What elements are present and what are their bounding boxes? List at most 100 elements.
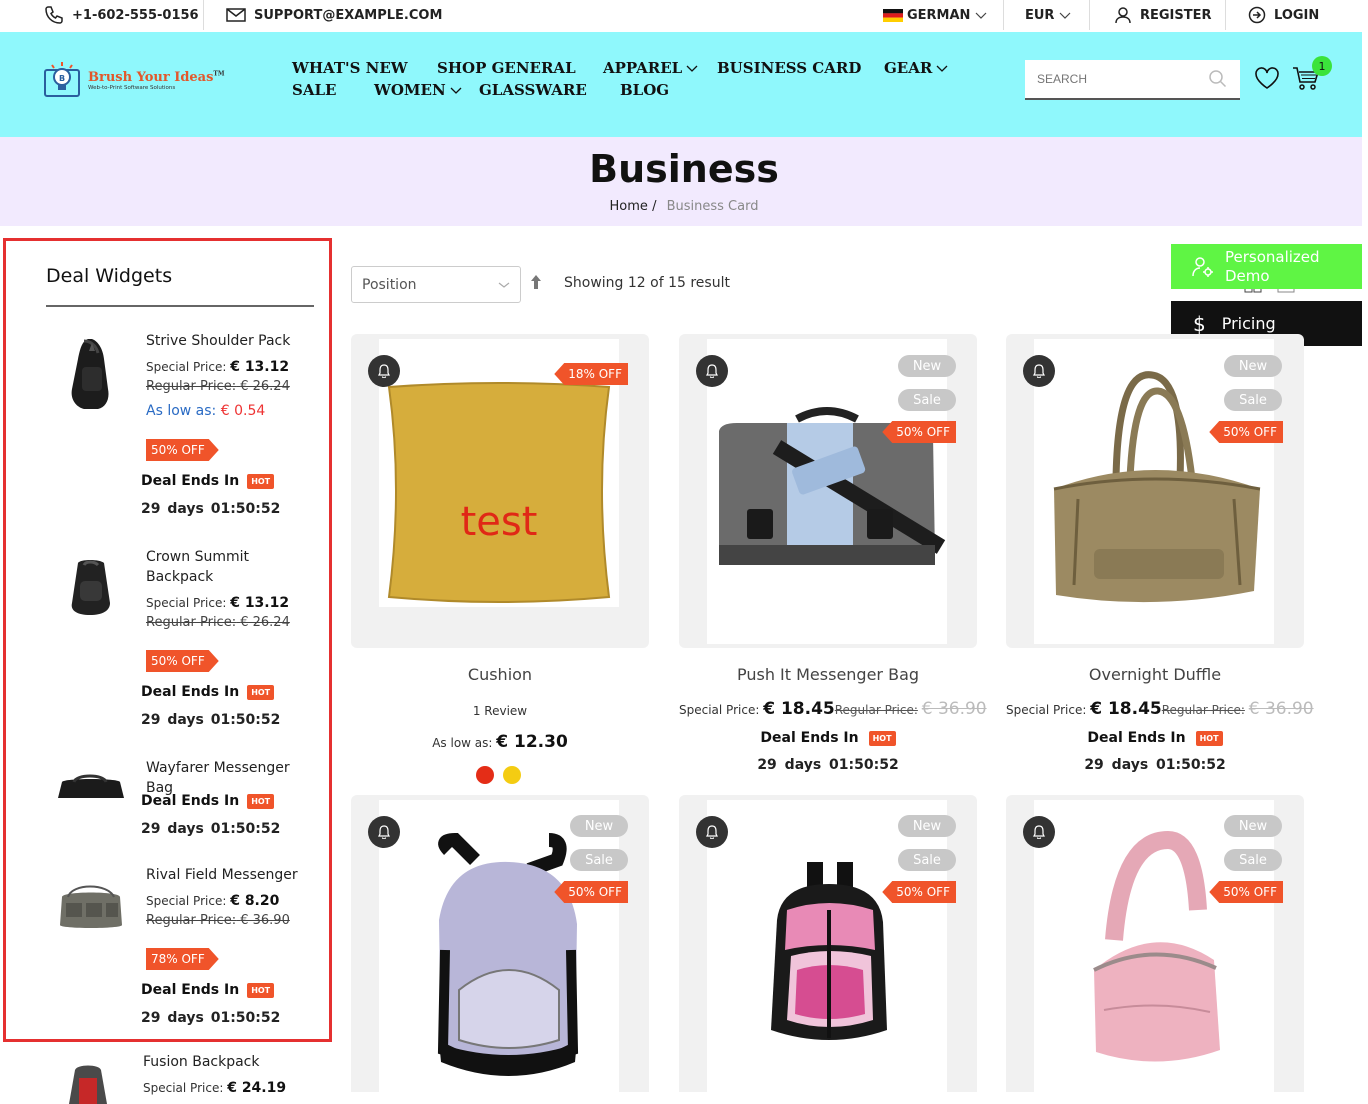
deal-ends-label: Deal Ends In HOT [141, 982, 275, 998]
discount-tag: 50% OFF [146, 439, 219, 461]
chevron-down-icon [936, 65, 948, 72]
notify-button[interactable] [1023, 355, 1055, 387]
bell-icon [378, 825, 390, 839]
notify-button[interactable] [1023, 816, 1055, 848]
discount-tag: 50% OFF [554, 881, 628, 903]
nav-shop-general[interactable]: SHOP GENERAL [437, 59, 576, 77]
new-badge: New [898, 815, 956, 837]
breadcrumb-separator: / [652, 199, 657, 214]
special-price-value: € 18.45 [763, 699, 835, 719]
breadcrumb-home[interactable]: Home [610, 199, 648, 214]
deal-widgets-sidebar: Deal Widgets Strive Shoulder Pack Specia… [3, 238, 332, 1042]
new-badge: New [570, 815, 628, 837]
personalized-demo-button[interactable]: Personalized Demo [1171, 244, 1362, 289]
regular-price-label: Regular Price: [834, 703, 918, 717]
currency-label: EUR [1025, 7, 1055, 23]
color-swatch-red[interactable] [476, 766, 494, 784]
deal-countdown: 29 days 01:50:52 [1084, 757, 1226, 773]
heart-icon[interactable] [1254, 66, 1280, 90]
notify-button[interactable] [368, 816, 400, 848]
product-name[interactable]: Push It Messenger Bag [679, 665, 977, 684]
product-card[interactable]: test 18% OFF [351, 334, 649, 648]
product-image[interactable] [1034, 800, 1274, 1092]
product-image[interactable] [707, 800, 947, 1092]
deal-product-name[interactable]: Wayfarer Messenger Bag [146, 758, 306, 798]
deal-product-name[interactable]: Fusion Backpack [143, 1052, 303, 1072]
deal-ends-text: Deal Ends In [141, 684, 240, 700]
notify-button[interactable] [696, 816, 728, 848]
color-swatch-yellow[interactable] [503, 766, 521, 784]
search-input[interactable] [1037, 72, 1187, 86]
notify-button[interactable] [368, 355, 400, 387]
product-thumbnail[interactable] [65, 1064, 111, 1104]
product-thumbnail[interactable] [68, 337, 116, 411]
nav-whats-new[interactable]: WHAT'S NEW [292, 59, 408, 77]
product-image[interactable] [1034, 339, 1274, 644]
hot-badge: HOT [247, 684, 275, 700]
deal-product-name[interactable]: Strive Shoulder Pack [146, 331, 306, 351]
product-thumbnail[interactable] [68, 557, 114, 617]
phone-link[interactable]: +1-602-555-0156 [44, 0, 199, 30]
special-price-value: € 8.20 [230, 893, 280, 909]
nav-label: GLASSWARE [479, 81, 587, 99]
special-price-label: Special Price: [1006, 703, 1087, 717]
nav-apparel[interactable]: APPAREL [603, 59, 698, 77]
login-link[interactable]: LOGIN [1248, 0, 1319, 30]
product-card[interactable]: New Sale 50% OFF [1006, 334, 1304, 648]
search-box [1025, 60, 1240, 100]
product-name[interactable]: Cushion [351, 665, 649, 684]
deal-product-name[interactable]: Rival Field Messenger [146, 865, 306, 885]
product-card[interactable]: New Sale 50% OFF [679, 795, 977, 1092]
cart-count-badge: 1 [1312, 56, 1332, 76]
cushion-print-text: test [461, 499, 538, 545]
currency-selector[interactable]: EUR [1025, 0, 1072, 30]
register-link[interactable]: REGISTER [1114, 0, 1212, 30]
special-price: Special Price: € 13.12 [146, 359, 289, 375]
search-icon[interactable] [1208, 69, 1228, 89]
divider [1089, 0, 1090, 30]
product-image[interactable] [379, 800, 619, 1092]
nav-sale[interactable]: SALE [292, 81, 336, 99]
deal-ends-label: Deal Ends In HOT [679, 730, 977, 746]
product-card[interactable]: New Sale 50% OFF [1006, 795, 1304, 1092]
bell-icon [706, 825, 718, 839]
special-price-value: € 13.12 [230, 359, 290, 375]
review-count[interactable]: 1 Review [351, 704, 649, 718]
language-selector[interactable]: GERMAN [883, 0, 988, 30]
page-title: Business [589, 147, 779, 191]
deal-ends-label: Deal Ends In HOT [141, 793, 275, 809]
product-name[interactable]: Overnight Duffle [1006, 665, 1304, 684]
phone-number: +1-602-555-0156 [72, 7, 199, 23]
special-price-label: Special Price: [146, 360, 227, 374]
nav-blog[interactable]: BLOG [620, 81, 669, 99]
product-card[interactable]: New Sale 50% OFF [679, 334, 977, 648]
dollar-icon: $ [1193, 311, 1206, 336]
regular-price: Regular Price: € 36.90 [146, 913, 290, 928]
logo-tagline: Web-to-Print Software Solutions [88, 84, 176, 91]
nav-gear[interactable]: GEAR [884, 59, 948, 77]
site-logo[interactable]: B Brush Your IdeasTM Web-to-Print Softwa… [42, 60, 225, 100]
sort-direction-arrow-icon[interactable] [530, 274, 542, 290]
new-badge: New [1224, 815, 1282, 837]
sort-select[interactable]: Position [351, 266, 521, 303]
special-price-label: Special Price: [679, 703, 760, 717]
product-thumbnail[interactable] [56, 881, 126, 931]
nav-glassware[interactable]: GLASSWARE [479, 81, 587, 99]
email-link[interactable]: SUPPORT@EXAMPLE.COM [226, 0, 442, 30]
sale-badge: Sale [570, 849, 628, 871]
product-thumbnail[interactable] [56, 774, 126, 798]
bell-icon [1033, 364, 1045, 378]
nav-label: APPAREL [603, 59, 683, 77]
nav-women[interactable]: WOMEN [374, 81, 462, 99]
deal-product-name[interactable]: Crown Summit Backpack [146, 547, 306, 587]
regular-price-label: Regular Price: [146, 379, 237, 394]
nav-business-card[interactable]: BUSINESS CARD [717, 59, 861, 77]
as-low-as: As low as: € 0.54 [146, 403, 265, 419]
product-image[interactable] [707, 339, 947, 644]
price-row: Special Price: € 18.45Regular Price: € 3… [679, 699, 987, 719]
language-label: GERMAN [907, 7, 971, 23]
discount-tag: 78% OFF [146, 948, 219, 970]
notify-button[interactable] [696, 355, 728, 387]
product-card[interactable]: New Sale 50% OFF [351, 795, 649, 1092]
deal-ends-text: Deal Ends In [141, 982, 240, 998]
